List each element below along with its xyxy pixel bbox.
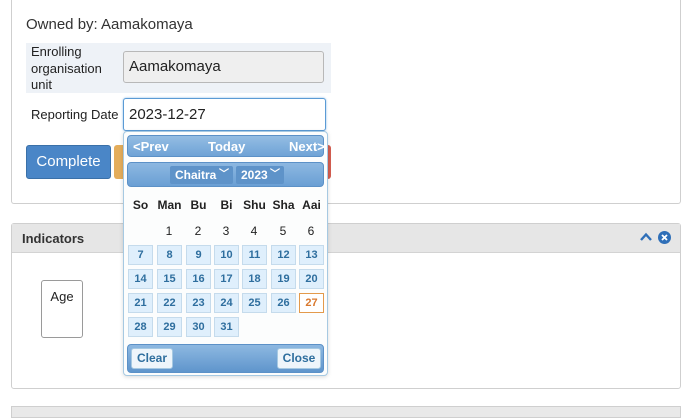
chevron-down-icon: ﹀	[219, 169, 229, 180]
close-circle-icon[interactable]	[658, 231, 671, 244]
next-panel-header	[11, 406, 681, 418]
chevron-up-icon[interactable]	[639, 230, 653, 244]
header-day: 6	[307, 224, 315, 238]
org-unit-input: Aamakomaya	[123, 51, 324, 83]
reporting-date-label: Reporting Date	[31, 107, 119, 122]
calendar-day[interactable]: 24	[214, 293, 239, 313]
datepicker: <Prev Today Next> Chaitra ﹀ 2023 ﹀ So Ma…	[123, 131, 328, 376]
calendar-day[interactable]: 13	[299, 245, 324, 265]
today-link[interactable]: Today	[208, 139, 245, 154]
calendar-day[interactable]: 18	[242, 269, 267, 289]
indicators-title: Indicators	[22, 231, 85, 246]
header-day: 5	[279, 224, 287, 238]
weekday-label: Man	[157, 198, 182, 212]
reporting-date-input[interactable]: 2023-12-27	[123, 98, 326, 131]
calendar-day[interactable]: 22	[157, 293, 182, 313]
chevron-down-icon: ﹀	[270, 169, 280, 180]
calendar-day[interactable]: 14	[128, 269, 153, 289]
calendar-day[interactable]: 9	[186, 245, 211, 265]
calendar-day[interactable]: 25	[242, 293, 267, 313]
calendar-day[interactable]: 26	[271, 293, 296, 313]
header-day: 1	[165, 224, 173, 238]
datepicker-selects: Chaitra ﹀ 2023 ﹀	[127, 162, 324, 187]
clear-button[interactable]: Clear	[131, 348, 173, 369]
calendar-day[interactable]: 11	[242, 245, 267, 265]
year-select[interactable]: 2023 ﹀	[236, 166, 284, 184]
calendar-day[interactable]: 7	[128, 245, 153, 265]
calendar-day[interactable]: 15	[157, 269, 182, 289]
close-button[interactable]: Close	[277, 348, 321, 369]
next-link[interactable]: Next>	[289, 139, 325, 154]
calendar-day[interactable]: 31	[214, 317, 239, 337]
prev-link[interactable]: <Prev	[133, 139, 169, 154]
owner-text: Owned by: Aamakomaya	[26, 16, 193, 33]
weekday-label: Shu	[243, 198, 266, 212]
calendar-day[interactable]: 16	[186, 269, 211, 289]
datepicker-footer: Clear Close	[127, 344, 324, 373]
calendar-day[interactable]: 10	[214, 245, 239, 265]
calendar-day[interactable]: 19	[271, 269, 296, 289]
header-day: 4	[250, 224, 258, 238]
age-indicator: Age	[41, 280, 83, 338]
calendar-day[interactable]: 29	[157, 317, 182, 337]
indicators-panel: Indicators	[11, 223, 681, 389]
month-select[interactable]: Chaitra ﹀	[170, 166, 233, 184]
year-value: 2023	[241, 168, 268, 182]
calendar-day[interactable]: 12	[271, 245, 296, 265]
weekday-label: So	[132, 198, 149, 212]
header-day: 2	[194, 224, 202, 238]
calendar-day[interactable]: 21	[128, 293, 153, 313]
weekday-label: Sha	[272, 198, 295, 212]
complete-button[interactable]: Complete	[26, 145, 111, 179]
indicators-header: Indicators	[12, 224, 680, 253]
calendar-day-selected[interactable]: 27	[299, 293, 324, 313]
weekday-label: Bi	[220, 198, 233, 212]
header-day: 3	[222, 224, 230, 238]
calendar-day[interactable]: 8	[157, 245, 182, 265]
datepicker-nav: <Prev Today Next>	[127, 135, 325, 157]
calendar-day[interactable]: 20	[299, 269, 324, 289]
calendar-day[interactable]: 17	[214, 269, 239, 289]
calendar-day[interactable]: 28	[128, 317, 153, 337]
weekday-label: Aai	[302, 198, 321, 212]
weekday-label: Bu	[190, 198, 207, 212]
org-label: Enrolling organisation unit	[31, 44, 102, 92]
month-value: Chaitra	[175, 168, 217, 182]
calendar-day[interactable]: 30	[186, 317, 211, 337]
calendar-day[interactable]: 23	[186, 293, 211, 313]
